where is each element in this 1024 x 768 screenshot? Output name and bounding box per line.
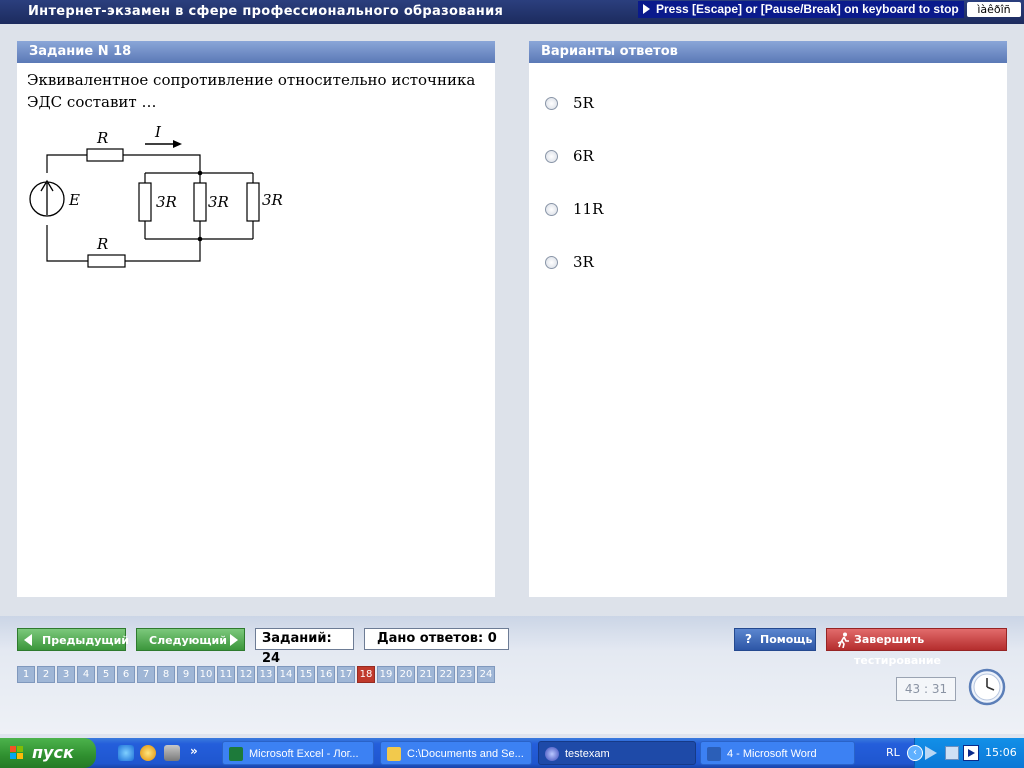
answer-label: 11R	[573, 200, 604, 218]
arrow-right-icon	[230, 634, 238, 646]
next-button[interactable]: Следующий	[136, 628, 245, 651]
arrow-left-icon	[24, 634, 32, 646]
radio-button[interactable]	[545, 97, 558, 110]
answers-header: Варианты ответов	[529, 41, 1007, 63]
media-player-icon[interactable]	[140, 745, 156, 761]
label-3r-1: 3R	[156, 193, 177, 211]
taskbar-item-testexam[interactable]: testexam	[538, 741, 696, 765]
previous-button-label: Предыдущий	[42, 634, 130, 647]
label-current: I	[154, 123, 162, 141]
label-emf: E	[68, 191, 80, 209]
resistor-parallel-1	[138, 182, 152, 222]
resistor-bottom	[87, 254, 126, 268]
program-shortcut-icon[interactable]	[164, 745, 180, 761]
escape-hint-text: Press [Escape] or [Pause/Break] on keybo…	[656, 2, 959, 16]
task-header: Задание N 18	[17, 41, 495, 63]
next-button-label: Следующий	[149, 634, 227, 647]
page-button-10[interactable]: 10	[197, 666, 215, 683]
escape-hint: Press [Escape] or [Pause/Break] on keybo…	[638, 1, 964, 18]
label-r-top: R	[96, 129, 108, 147]
page-button-4[interactable]: 4	[77, 666, 95, 683]
page-button-15[interactable]: 15	[297, 666, 315, 683]
answer-label: 6R	[573, 147, 594, 165]
page-button-1[interactable]: 1	[17, 666, 35, 683]
radio-button[interactable]	[545, 150, 558, 163]
page-button-18-current[interactable]: 18	[357, 666, 375, 683]
countdown-timer: 43 : 31	[896, 677, 956, 701]
title-bar: Интернет-экзамен в сфере профессионально…	[0, 0, 1024, 24]
taskbar-item-explorer[interactable]: C:\Documents and Se...	[380, 741, 532, 765]
answer-label: 5R	[573, 94, 594, 112]
page-button-16[interactable]: 16	[317, 666, 335, 683]
clock-icon	[968, 668, 1006, 706]
taskbar-item-label: C:\Documents and Se...	[407, 748, 524, 760]
page-button-12[interactable]: 12	[237, 666, 255, 683]
taskbar-item-word[interactable]: 4 - Microsoft Word	[700, 741, 855, 765]
tasks-total: Заданий: 24	[255, 628, 354, 666]
testexam-icon	[545, 747, 559, 761]
page-button-3[interactable]: 3	[57, 666, 75, 683]
excel-icon	[229, 747, 243, 761]
tray-network-icon[interactable]	[945, 746, 959, 760]
taskbar-item-excel[interactable]: Microsoft Excel - Лог...	[222, 741, 374, 765]
finish-button-label: Завершить тестирование	[854, 633, 942, 667]
page-button-22[interactable]: 22	[437, 666, 455, 683]
task-panel: Задание N 18 Эквивалентное сопротивление…	[17, 41, 495, 597]
tray-expand-icon[interactable]: ‹	[907, 745, 923, 761]
page-button-7[interactable]: 7	[137, 666, 155, 683]
folder-icon	[387, 747, 401, 761]
finish-test-button[interactable]: Завершить тестирование	[826, 628, 1007, 667]
start-button[interactable]: пуск	[0, 738, 96, 768]
label-r-bottom: R	[96, 235, 108, 253]
page-button-24[interactable]: 24	[477, 666, 495, 683]
label-3r-2: 3R	[208, 193, 229, 211]
page-button-20[interactable]: 20	[397, 666, 415, 683]
radio-button[interactable]	[545, 256, 558, 269]
answer-panel: Варианты ответов 5R 6R 11R 3R	[529, 41, 1007, 597]
help-button[interactable]: ? Помощь	[734, 628, 816, 651]
page-button-11[interactable]: 11	[217, 666, 235, 683]
resistor-top	[86, 148, 124, 162]
resistor-parallel-3	[246, 182, 260, 222]
taskbar-item-label: 4 - Microsoft Word	[727, 748, 817, 760]
page-button-19[interactable]: 19	[377, 666, 395, 683]
page-button-14[interactable]: 14	[277, 666, 295, 683]
play-arrow-icon	[643, 4, 650, 14]
start-label: пуск	[32, 743, 74, 762]
help-button-label: Помощь	[760, 633, 813, 646]
help-icon: ?	[745, 632, 752, 646]
page-button-13[interactable]: 13	[257, 666, 275, 683]
keyboard-layout-indicator: ìàêðîñ	[967, 2, 1021, 17]
page-button-5[interactable]: 5	[97, 666, 115, 683]
answered-count: Дано ответов: 0	[364, 628, 509, 650]
running-man-icon	[837, 632, 849, 648]
windows-taskbar: пуск » Microsoft Excel - Лог... C:\Docum…	[0, 738, 1024, 768]
quicklaunch-more-icon[interactable]: »	[190, 744, 198, 758]
app-title: Интернет-экзамен в сфере профессионально…	[28, 4, 504, 19]
circuit-diagram: R I E R 3R 3R 3R	[29, 123, 283, 268]
system-clock: 15:06	[985, 746, 1017, 759]
previous-button[interactable]: Предыдущий	[17, 628, 130, 651]
page-button-6[interactable]: 6	[117, 666, 135, 683]
page-button-21[interactable]: 21	[417, 666, 435, 683]
radio-button[interactable]	[545, 203, 558, 216]
resistor-parallel-2	[193, 182, 207, 222]
taskbar-item-label: Microsoft Excel - Лог...	[249, 748, 359, 760]
taskbar-item-label: testexam	[565, 748, 610, 760]
page-button-8[interactable]: 8	[157, 666, 175, 683]
label-3r-3: 3R	[262, 191, 283, 209]
system-tray: ‹ 15:06	[907, 738, 1024, 768]
internet-explorer-icon[interactable]	[118, 745, 134, 761]
word-icon	[707, 747, 721, 761]
page-button-9[interactable]: 9	[177, 666, 195, 683]
language-indicator[interactable]: RL	[886, 746, 900, 759]
page-button-2[interactable]: 2	[37, 666, 55, 683]
tray-media-icon[interactable]	[925, 746, 937, 760]
page-button-23[interactable]: 23	[457, 666, 475, 683]
tray-player-icon[interactable]	[963, 745, 979, 761]
answer-label: 3R	[573, 253, 594, 271]
windows-logo-icon	[10, 746, 24, 760]
question-text: Эквивалентное сопротивление относительно…	[27, 71, 476, 111]
page-button-17[interactable]: 17	[337, 666, 355, 683]
